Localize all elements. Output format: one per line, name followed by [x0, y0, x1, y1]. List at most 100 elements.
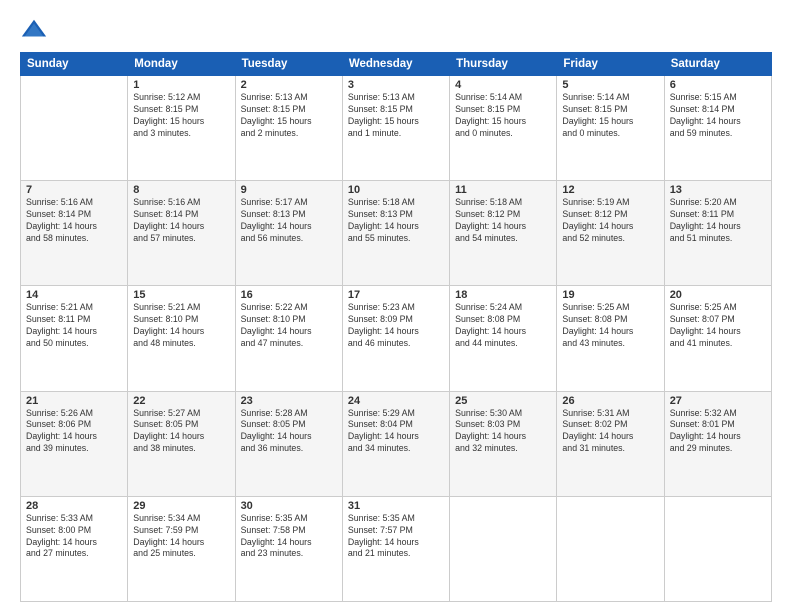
- day-number: 23: [241, 395, 337, 407]
- day-number: 4: [455, 79, 551, 91]
- calendar-cell: 24Sunrise: 5:29 AMSunset: 8:04 PMDayligh…: [342, 391, 449, 496]
- calendar-cell: 2Sunrise: 5:13 AMSunset: 8:15 PMDaylight…: [235, 76, 342, 181]
- calendar-cell: 10Sunrise: 5:18 AMSunset: 8:13 PMDayligh…: [342, 181, 449, 286]
- calendar-week-row: 21Sunrise: 5:26 AMSunset: 8:06 PMDayligh…: [21, 391, 772, 496]
- day-info: Sunrise: 5:28 AMSunset: 8:05 PMDaylight:…: [241, 408, 337, 456]
- calendar-cell: 21Sunrise: 5:26 AMSunset: 8:06 PMDayligh…: [21, 391, 128, 496]
- day-info: Sunrise: 5:13 AMSunset: 8:15 PMDaylight:…: [348, 92, 444, 140]
- calendar-day-header: Sunday: [21, 53, 128, 76]
- day-info: Sunrise: 5:23 AMSunset: 8:09 PMDaylight:…: [348, 302, 444, 350]
- day-number: 9: [241, 184, 337, 196]
- calendar-week-row: 1Sunrise: 5:12 AMSunset: 8:15 PMDaylight…: [21, 76, 772, 181]
- day-info: Sunrise: 5:12 AMSunset: 8:15 PMDaylight:…: [133, 92, 229, 140]
- calendar-cell: 6Sunrise: 5:15 AMSunset: 8:14 PMDaylight…: [664, 76, 771, 181]
- calendar-day-header: Wednesday: [342, 53, 449, 76]
- day-number: 8: [133, 184, 229, 196]
- calendar-cell: 29Sunrise: 5:34 AMSunset: 7:59 PMDayligh…: [128, 496, 235, 601]
- day-info: Sunrise: 5:21 AMSunset: 8:11 PMDaylight:…: [26, 302, 122, 350]
- day-number: 22: [133, 395, 229, 407]
- day-info: Sunrise: 5:27 AMSunset: 8:05 PMDaylight:…: [133, 408, 229, 456]
- calendar-cell: 11Sunrise: 5:18 AMSunset: 8:12 PMDayligh…: [450, 181, 557, 286]
- day-number: 1: [133, 79, 229, 91]
- day-number: 29: [133, 500, 229, 512]
- day-info: Sunrise: 5:31 AMSunset: 8:02 PMDaylight:…: [562, 408, 658, 456]
- calendar-cell: 9Sunrise: 5:17 AMSunset: 8:13 PMDaylight…: [235, 181, 342, 286]
- calendar-cell: 30Sunrise: 5:35 AMSunset: 7:58 PMDayligh…: [235, 496, 342, 601]
- day-info: Sunrise: 5:30 AMSunset: 8:03 PMDaylight:…: [455, 408, 551, 456]
- day-number: 16: [241, 289, 337, 301]
- calendar-cell: 13Sunrise: 5:20 AMSunset: 8:11 PMDayligh…: [664, 181, 771, 286]
- day-info: Sunrise: 5:25 AMSunset: 8:07 PMDaylight:…: [670, 302, 766, 350]
- calendar-cell: 3Sunrise: 5:13 AMSunset: 8:15 PMDaylight…: [342, 76, 449, 181]
- day-number: 12: [562, 184, 658, 196]
- header: [20, 16, 772, 44]
- calendar-cell: 28Sunrise: 5:33 AMSunset: 8:00 PMDayligh…: [21, 496, 128, 601]
- calendar-cell: 19Sunrise: 5:25 AMSunset: 8:08 PMDayligh…: [557, 286, 664, 391]
- day-number: 10: [348, 184, 444, 196]
- day-info: Sunrise: 5:14 AMSunset: 8:15 PMDaylight:…: [455, 92, 551, 140]
- day-info: Sunrise: 5:13 AMSunset: 8:15 PMDaylight:…: [241, 92, 337, 140]
- calendar-week-row: 14Sunrise: 5:21 AMSunset: 8:11 PMDayligh…: [21, 286, 772, 391]
- day-number: 13: [670, 184, 766, 196]
- day-info: Sunrise: 5:18 AMSunset: 8:13 PMDaylight:…: [348, 197, 444, 245]
- day-info: Sunrise: 5:16 AMSunset: 8:14 PMDaylight:…: [133, 197, 229, 245]
- day-number: 15: [133, 289, 229, 301]
- calendar-cell: 5Sunrise: 5:14 AMSunset: 8:15 PMDaylight…: [557, 76, 664, 181]
- calendar-cell: 15Sunrise: 5:21 AMSunset: 8:10 PMDayligh…: [128, 286, 235, 391]
- calendar-cell: 12Sunrise: 5:19 AMSunset: 8:12 PMDayligh…: [557, 181, 664, 286]
- day-info: Sunrise: 5:25 AMSunset: 8:08 PMDaylight:…: [562, 302, 658, 350]
- day-number: 26: [562, 395, 658, 407]
- logo-icon: [20, 16, 48, 44]
- day-number: 28: [26, 500, 122, 512]
- day-number: 24: [348, 395, 444, 407]
- day-number: 21: [26, 395, 122, 407]
- day-info: Sunrise: 5:32 AMSunset: 8:01 PMDaylight:…: [670, 408, 766, 456]
- calendar-week-row: 28Sunrise: 5:33 AMSunset: 8:00 PMDayligh…: [21, 496, 772, 601]
- day-info: Sunrise: 5:34 AMSunset: 7:59 PMDaylight:…: [133, 513, 229, 561]
- day-info: Sunrise: 5:29 AMSunset: 8:04 PMDaylight:…: [348, 408, 444, 456]
- calendar-week-row: 7Sunrise: 5:16 AMSunset: 8:14 PMDaylight…: [21, 181, 772, 286]
- day-number: 7: [26, 184, 122, 196]
- calendar-day-header: Friday: [557, 53, 664, 76]
- day-number: 20: [670, 289, 766, 301]
- calendar-cell: 31Sunrise: 5:35 AMSunset: 7:57 PMDayligh…: [342, 496, 449, 601]
- calendar-cell: 25Sunrise: 5:30 AMSunset: 8:03 PMDayligh…: [450, 391, 557, 496]
- calendar-cell: 22Sunrise: 5:27 AMSunset: 8:05 PMDayligh…: [128, 391, 235, 496]
- day-number: 31: [348, 500, 444, 512]
- day-info: Sunrise: 5:16 AMSunset: 8:14 PMDaylight:…: [26, 197, 122, 245]
- day-info: Sunrise: 5:14 AMSunset: 8:15 PMDaylight:…: [562, 92, 658, 140]
- day-number: 2: [241, 79, 337, 91]
- calendar-cell: 23Sunrise: 5:28 AMSunset: 8:05 PMDayligh…: [235, 391, 342, 496]
- calendar-cell: 18Sunrise: 5:24 AMSunset: 8:08 PMDayligh…: [450, 286, 557, 391]
- day-number: 30: [241, 500, 337, 512]
- calendar-cell: 14Sunrise: 5:21 AMSunset: 8:11 PMDayligh…: [21, 286, 128, 391]
- day-info: Sunrise: 5:26 AMSunset: 8:06 PMDaylight:…: [26, 408, 122, 456]
- calendar-table: SundayMondayTuesdayWednesdayThursdayFrid…: [20, 52, 772, 602]
- day-info: Sunrise: 5:24 AMSunset: 8:08 PMDaylight:…: [455, 302, 551, 350]
- logo: [20, 16, 52, 44]
- calendar-header-row: SundayMondayTuesdayWednesdayThursdayFrid…: [21, 53, 772, 76]
- calendar-cell: 27Sunrise: 5:32 AMSunset: 8:01 PMDayligh…: [664, 391, 771, 496]
- day-info: Sunrise: 5:35 AMSunset: 7:58 PMDaylight:…: [241, 513, 337, 561]
- day-info: Sunrise: 5:17 AMSunset: 8:13 PMDaylight:…: [241, 197, 337, 245]
- day-info: Sunrise: 5:22 AMSunset: 8:10 PMDaylight:…: [241, 302, 337, 350]
- day-number: 17: [348, 289, 444, 301]
- day-info: Sunrise: 5:33 AMSunset: 8:00 PMDaylight:…: [26, 513, 122, 561]
- calendar-cell: [664, 496, 771, 601]
- calendar-day-header: Saturday: [664, 53, 771, 76]
- day-number: 14: [26, 289, 122, 301]
- day-number: 25: [455, 395, 551, 407]
- day-number: 19: [562, 289, 658, 301]
- day-info: Sunrise: 5:18 AMSunset: 8:12 PMDaylight:…: [455, 197, 551, 245]
- calendar-cell: 4Sunrise: 5:14 AMSunset: 8:15 PMDaylight…: [450, 76, 557, 181]
- calendar-day-header: Thursday: [450, 53, 557, 76]
- day-info: Sunrise: 5:19 AMSunset: 8:12 PMDaylight:…: [562, 197, 658, 245]
- day-info: Sunrise: 5:15 AMSunset: 8:14 PMDaylight:…: [670, 92, 766, 140]
- day-number: 27: [670, 395, 766, 407]
- day-info: Sunrise: 5:35 AMSunset: 7:57 PMDaylight:…: [348, 513, 444, 561]
- calendar-cell: [450, 496, 557, 601]
- day-info: Sunrise: 5:20 AMSunset: 8:11 PMDaylight:…: [670, 197, 766, 245]
- calendar-cell: 7Sunrise: 5:16 AMSunset: 8:14 PMDaylight…: [21, 181, 128, 286]
- calendar-day-header: Monday: [128, 53, 235, 76]
- calendar-cell: [21, 76, 128, 181]
